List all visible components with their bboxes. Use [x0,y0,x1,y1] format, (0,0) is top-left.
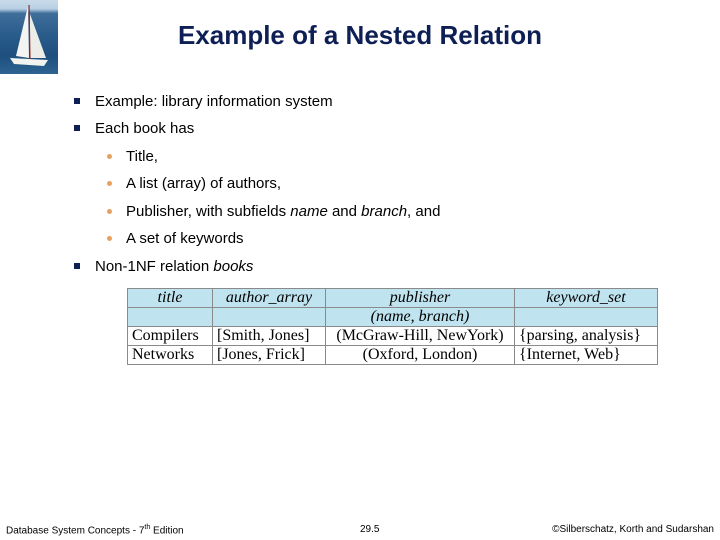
table-row: Compilers [Smith, Jones] (McGraw-Hill, N… [127,326,658,346]
header-cell: author_array [212,288,326,308]
square-bullet-icon [74,98,80,104]
footer-text: Database System Concepts - 7 [6,525,145,537]
table-cell: Networks [127,345,213,365]
bullet-text: A set of keywords [126,230,244,247]
subheader-cell [514,307,658,327]
header-cell: keyword_set [514,288,658,308]
bullet-text: and [327,203,362,220]
bullet-text: Non-1NF relation [95,258,214,275]
bullet-item: Example: library information system [74,93,333,110]
bullet-text: A list (array) of authors, [126,175,282,192]
bullet-text: Each book has [95,120,195,137]
dot-bullet-icon [107,154,112,159]
table-cell: [Smith, Jones] [212,326,326,346]
bullet-text: Example: library information system [95,93,333,110]
table-cell: (McGraw-Hill, NewYork) [325,326,515,346]
footer-text: Edition [150,525,184,537]
sub-bullet-item: Publisher, with subfields name and branc… [107,203,441,220]
footer-copyright: ©Silberschatz, Korth and Sudarshan [552,524,714,535]
footer-book-title: Database System Concepts - 7th Edition [6,524,184,536]
dot-bullet-icon [107,236,112,241]
table-cell: [Jones, Frick] [212,345,326,365]
slide-title: Example of a Nested Relation [177,20,543,50]
header-cell: publisher [325,288,515,308]
bullet-item: Non-1NF relation books [74,258,254,275]
table-cell: {Internet, Web} [514,345,658,365]
bullet-text: Title, [126,148,158,165]
square-bullet-icon [74,263,80,269]
table-cell: Compilers [127,326,213,346]
nested-relation-table-container: title author_array publisher keyword_set… [127,288,658,365]
bullet-text-italic: branch [361,203,408,220]
header-cell: title [127,288,213,308]
bullet-text-italic: books [213,258,254,275]
bullet-text: Publisher, with subfields [126,203,291,220]
bullet-item: Each book has [74,120,195,137]
table-subheader-row: (name, branch) [127,307,658,327]
subheader-cell [127,307,213,327]
nested-relation-table: title author_array publisher keyword_set… [127,288,658,365]
table-header-row: title author_array publisher keyword_set [127,288,658,308]
sub-bullet-item: A list (array) of authors, [107,175,282,192]
slide-number: 29.5 [360,524,380,535]
bullet-text-italic: name [290,203,328,220]
bullet-text: , and [407,203,441,220]
table-cell: (Oxford, London) [325,345,515,365]
table-cell: {parsing, analysis} [514,326,658,346]
subheader-cell: (name, branch) [325,307,515,327]
dot-bullet-icon [107,181,112,186]
dot-bullet-icon [107,209,112,214]
subheader-cell [212,307,326,327]
sub-bullet-item: Title, [107,148,158,165]
square-bullet-icon [74,125,80,131]
sub-bullet-item: A set of keywords [107,230,244,247]
table-row: Networks [Jones, Frick] (Oxford, London)… [127,345,658,365]
